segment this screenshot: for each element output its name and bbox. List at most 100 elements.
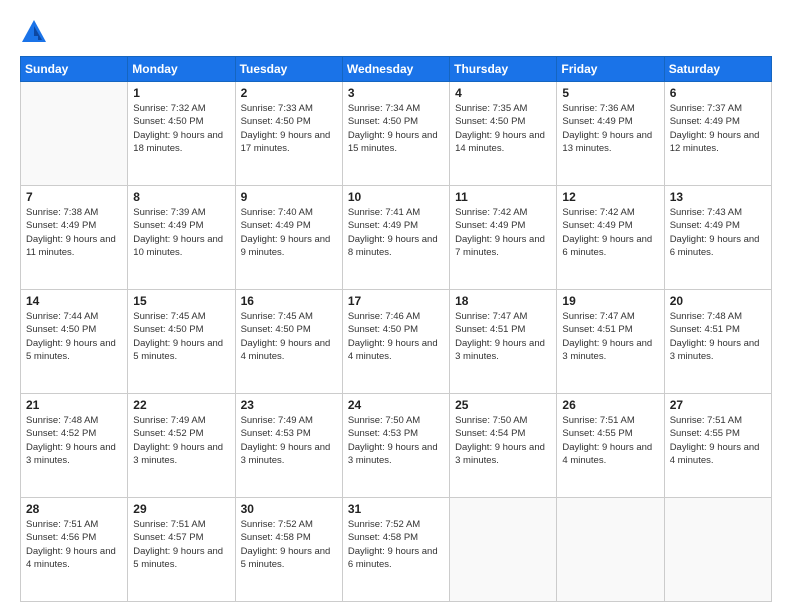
header: [20, 18, 772, 46]
calendar-table: SundayMondayTuesdayWednesdayThursdayFrid…: [20, 56, 772, 602]
calendar-cell: [21, 82, 128, 186]
calendar-cell: 15 Sunrise: 7:45 AMSunset: 4:50 PMDayligh…: [128, 290, 235, 394]
day-number: 31: [348, 502, 444, 516]
day-number: 21: [26, 398, 122, 412]
day-number: 27: [670, 398, 766, 412]
day-number: 6: [670, 86, 766, 100]
calendar-cell: 26 Sunrise: 7:51 AMSunset: 4:55 PMDayligh…: [557, 394, 664, 498]
cell-info: Sunrise: 7:48 AMSunset: 4:52 PMDaylight:…: [26, 414, 122, 467]
cell-info: Sunrise: 7:45 AMSunset: 4:50 PMDaylight:…: [133, 310, 229, 363]
day-number: 1: [133, 86, 229, 100]
cell-info: Sunrise: 7:48 AMSunset: 4:51 PMDaylight:…: [670, 310, 766, 363]
calendar-cell: 5 Sunrise: 7:36 AMSunset: 4:49 PMDaylight…: [557, 82, 664, 186]
day-number: 23: [241, 398, 337, 412]
cell-info: Sunrise: 7:42 AMSunset: 4:49 PMDaylight:…: [455, 206, 551, 259]
calendar-cell: 18Sunrise: 7:47 AMSunset: 4:51 PMDayligh…: [450, 290, 557, 394]
calendar-week-1: 7 Sunrise: 7:38 AMSunset: 4:49 PMDaylight…: [21, 186, 772, 290]
calendar-cell: 21 Sunrise: 7:48 AMSunset: 4:52 PMDayligh…: [21, 394, 128, 498]
calendar-cell: 4 Sunrise: 7:35 AMSunset: 4:50 PMDaylight…: [450, 82, 557, 186]
cell-info: Sunrise: 7:50 AMSunset: 4:53 PMDaylight:…: [348, 414, 444, 467]
calendar-cell: 10 Sunrise: 7:41 AMSunset: 4:49 PMDayligh…: [342, 186, 449, 290]
calendar-cell: 27 Sunrise: 7:51 AMSunset: 4:55 PMDayligh…: [664, 394, 771, 498]
calendar-cell: 19 Sunrise: 7:47 AMSunset: 4:51 PMDayligh…: [557, 290, 664, 394]
col-header-sunday: Sunday: [21, 57, 128, 82]
day-number: 26: [562, 398, 658, 412]
calendar-cell: 29Sunrise: 7:51 AMSunset: 4:57 PMDayligh…: [128, 498, 235, 602]
cell-info: Sunrise: 7:33 AMSunset: 4:50 PMDaylight:…: [241, 102, 337, 155]
cell-info: Sunrise: 7:42 AMSunset: 4:49 PMDaylight:…: [562, 206, 658, 259]
calendar-cell: [664, 498, 771, 602]
cell-info: Sunrise: 7:49 AMSunset: 4:53 PMDaylight:…: [241, 414, 337, 467]
calendar-cell: 7 Sunrise: 7:38 AMSunset: 4:49 PMDaylight…: [21, 186, 128, 290]
cell-info: Sunrise: 7:36 AMSunset: 4:49 PMDaylight:…: [562, 102, 658, 155]
cell-info: Sunrise: 7:52 AMSunset: 4:58 PMDaylight:…: [348, 518, 444, 571]
cell-info: Sunrise: 7:46 AMSunset: 4:50 PMDaylight:…: [348, 310, 444, 363]
day-number: 5: [562, 86, 658, 100]
cell-info: Sunrise: 7:47 AMSunset: 4:51 PMDaylight:…: [455, 310, 551, 363]
calendar-cell: 2 Sunrise: 7:33 AMSunset: 4:50 PMDaylight…: [235, 82, 342, 186]
day-number: 14: [26, 294, 122, 308]
calendar-cell: 23 Sunrise: 7:49 AMSunset: 4:53 PMDayligh…: [235, 394, 342, 498]
calendar-cell: 25Sunrise: 7:50 AMSunset: 4:54 PMDayligh…: [450, 394, 557, 498]
calendar-cell: 1 Sunrise: 7:32 AMSunset: 4:50 PMDaylight…: [128, 82, 235, 186]
calendar-cell: 9 Sunrise: 7:40 AMSunset: 4:49 PMDaylight…: [235, 186, 342, 290]
cell-info: Sunrise: 7:51 AMSunset: 4:55 PMDaylight:…: [670, 414, 766, 467]
calendar-cell: 20 Sunrise: 7:48 AMSunset: 4:51 PMDayligh…: [664, 290, 771, 394]
cell-info: Sunrise: 7:52 AMSunset: 4:58 PMDaylight:…: [241, 518, 337, 571]
calendar-cell: 24 Sunrise: 7:50 AMSunset: 4:53 PMDayligh…: [342, 394, 449, 498]
page: SundayMondayTuesdayWednesdayThursdayFrid…: [0, 0, 792, 612]
day-number: 11: [455, 190, 551, 204]
day-number: 16: [241, 294, 337, 308]
col-header-wednesday: Wednesday: [342, 57, 449, 82]
cell-info: Sunrise: 7:49 AMSunset: 4:52 PMDaylight:…: [133, 414, 229, 467]
day-number: 15: [133, 294, 229, 308]
calendar-week-4: 28 Sunrise: 7:51 AMSunset: 4:56 PMDayligh…: [21, 498, 772, 602]
cell-info: Sunrise: 7:45 AMSunset: 4:50 PMDaylight:…: [241, 310, 337, 363]
cell-info: Sunrise: 7:41 AMSunset: 4:49 PMDaylight:…: [348, 206, 444, 259]
col-header-friday: Friday: [557, 57, 664, 82]
day-number: 10: [348, 190, 444, 204]
calendar-week-3: 21 Sunrise: 7:48 AMSunset: 4:52 PMDayligh…: [21, 394, 772, 498]
calendar-cell: 30Sunrise: 7:52 AMSunset: 4:58 PMDayligh…: [235, 498, 342, 602]
cell-info: Sunrise: 7:40 AMSunset: 4:49 PMDaylight:…: [241, 206, 337, 259]
cell-info: Sunrise: 7:38 AMSunset: 4:49 PMDaylight:…: [26, 206, 122, 259]
calendar-cell: 22Sunrise: 7:49 AMSunset: 4:52 PMDayligh…: [128, 394, 235, 498]
day-number: 19: [562, 294, 658, 308]
logo: [20, 18, 52, 46]
calendar-cell: 11 Sunrise: 7:42 AMSunset: 4:49 PMDayligh…: [450, 186, 557, 290]
calendar-cell: 6 Sunrise: 7:37 AMSunset: 4:49 PMDaylight…: [664, 82, 771, 186]
day-number: 8: [133, 190, 229, 204]
cell-info: Sunrise: 7:47 AMSunset: 4:51 PMDaylight:…: [562, 310, 658, 363]
cell-info: Sunrise: 7:32 AMSunset: 4:50 PMDaylight:…: [133, 102, 229, 155]
cell-info: Sunrise: 7:39 AMSunset: 4:49 PMDaylight:…: [133, 206, 229, 259]
cell-info: Sunrise: 7:50 AMSunset: 4:54 PMDaylight:…: [455, 414, 551, 467]
day-number: 7: [26, 190, 122, 204]
day-number: 28: [26, 502, 122, 516]
calendar-week-2: 14Sunrise: 7:44 AMSunset: 4:50 PMDayligh…: [21, 290, 772, 394]
day-number: 2: [241, 86, 337, 100]
cell-info: Sunrise: 7:51 AMSunset: 4:56 PMDaylight:…: [26, 518, 122, 571]
day-number: 13: [670, 190, 766, 204]
day-number: 9: [241, 190, 337, 204]
calendar-cell: [557, 498, 664, 602]
col-header-thursday: Thursday: [450, 57, 557, 82]
col-header-monday: Monday: [128, 57, 235, 82]
day-number: 20: [670, 294, 766, 308]
calendar-cell: 14Sunrise: 7:44 AMSunset: 4:50 PMDayligh…: [21, 290, 128, 394]
day-number: 17: [348, 294, 444, 308]
calendar-cell: 16 Sunrise: 7:45 AMSunset: 4:50 PMDayligh…: [235, 290, 342, 394]
cell-info: Sunrise: 7:37 AMSunset: 4:49 PMDaylight:…: [670, 102, 766, 155]
cell-info: Sunrise: 7:51 AMSunset: 4:55 PMDaylight:…: [562, 414, 658, 467]
day-number: 4: [455, 86, 551, 100]
calendar-cell: 13Sunrise: 7:43 AMSunset: 4:49 PMDayligh…: [664, 186, 771, 290]
col-header-saturday: Saturday: [664, 57, 771, 82]
calendar-header-row: SundayMondayTuesdayWednesdayThursdayFrid…: [21, 57, 772, 82]
cell-info: Sunrise: 7:35 AMSunset: 4:50 PMDaylight:…: [455, 102, 551, 155]
day-number: 3: [348, 86, 444, 100]
calendar-cell: 12Sunrise: 7:42 AMSunset: 4:49 PMDayligh…: [557, 186, 664, 290]
calendar-cell: 28 Sunrise: 7:51 AMSunset: 4:56 PMDayligh…: [21, 498, 128, 602]
logo-icon: [20, 18, 48, 46]
calendar-cell: 3Sunrise: 7:34 AMSunset: 4:50 PMDaylight…: [342, 82, 449, 186]
day-number: 24: [348, 398, 444, 412]
day-number: 29: [133, 502, 229, 516]
